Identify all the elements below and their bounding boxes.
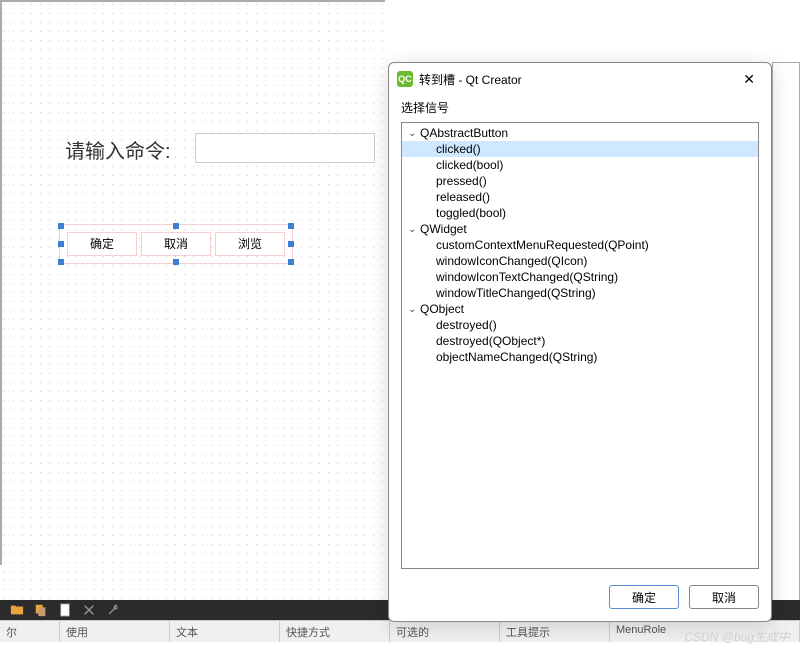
button-row-selection[interactable]: 确定 取消 浏览 (67, 232, 285, 256)
resize-handle[interactable] (58, 223, 64, 229)
status-cell[interactable]: 快捷方式 (280, 621, 390, 642)
resize-handle[interactable] (173, 259, 179, 265)
status-cell[interactable]: 工具提示 (500, 621, 610, 642)
signal-tree[interactable]: ⌄QAbstractButtonclicked()clicked(bool)pr… (401, 122, 759, 569)
status-cell[interactable]: 使用 (60, 621, 170, 642)
resize-handle[interactable] (288, 259, 294, 265)
tree-group[interactable]: ⌄QWidget (402, 221, 758, 237)
resize-handle[interactable] (288, 241, 294, 247)
ok-button-widget[interactable]: 确定 (67, 232, 137, 256)
tree-item[interactable]: toggled(bool) (402, 205, 758, 221)
folder-icon[interactable] (10, 603, 24, 617)
property-header-row: 尔 使用 文本 快捷方式 可选的 工具提示 MenuRole (0, 620, 800, 642)
form-outline (0, 0, 385, 565)
status-cell[interactable]: 可选的 (390, 621, 500, 642)
prompt-label: 请输入命令: (65, 135, 171, 164)
wrench-icon[interactable] (106, 603, 120, 617)
resize-handle[interactable] (173, 223, 179, 229)
tree-item[interactable]: clicked(bool) (402, 157, 758, 173)
dialog-button-row: 确定 取消 (389, 577, 771, 621)
side-panel (772, 62, 800, 622)
tree-item[interactable]: released() (402, 189, 758, 205)
tree-item[interactable]: destroyed(QObject*) (402, 333, 758, 349)
tree-item[interactable]: pressed() (402, 173, 758, 189)
dialog-titlebar[interactable]: QC 转到槽 - Qt Creator ✕ (389, 63, 771, 95)
document-icon[interactable] (58, 603, 72, 617)
chevron-down-icon: ⌄ (408, 224, 420, 235)
watermark-text: CSDN @bug生成中 (684, 628, 790, 645)
select-signal-label: 选择信号 (389, 95, 771, 122)
resize-handle[interactable] (58, 259, 64, 265)
resize-handle[interactable] (288, 223, 294, 229)
cut-icon[interactable] (82, 603, 96, 617)
goto-slot-dialog: QC 转到槽 - Qt Creator ✕ 选择信号 ⌄QAbstractBut… (388, 62, 772, 622)
chevron-down-icon: ⌄ (408, 304, 420, 315)
status-cell[interactable]: 尔 (0, 621, 60, 642)
tree-item[interactable]: windowIconChanged(QIcon) (402, 253, 758, 269)
designer-canvas[interactable]: 请输入命令: 确定 取消 浏览 (0, 0, 385, 600)
tree-item[interactable]: destroyed() (402, 317, 758, 333)
copy-icon[interactable] (34, 603, 48, 617)
close-icon[interactable]: ✕ (735, 67, 763, 92)
tree-item[interactable]: windowTitleChanged(QString) (402, 285, 758, 301)
dialog-cancel-button[interactable]: 取消 (689, 585, 759, 609)
dialog-ok-button[interactable]: 确定 (609, 585, 679, 609)
tree-group[interactable]: ⌄QObject (402, 301, 758, 317)
chevron-down-icon: ⌄ (408, 128, 420, 139)
cancel-button-widget[interactable]: 取消 (141, 232, 211, 256)
qtcreator-icon: QC (397, 71, 413, 87)
tree-group-label: QAbstractButton (420, 126, 508, 140)
tree-item[interactable]: customContextMenuRequested(QPoint) (402, 237, 758, 253)
tree-group[interactable]: ⌄QAbstractButton (402, 125, 758, 141)
dialog-title-text: 转到槽 - Qt Creator (419, 71, 522, 88)
status-cell[interactable]: 文本 (170, 621, 280, 642)
tree-group-label: QWidget (420, 222, 467, 236)
browse-button-widget[interactable]: 浏览 (215, 232, 285, 256)
tree-item[interactable]: objectNameChanged(QString) (402, 349, 758, 365)
tree-item[interactable]: windowIconTextChanged(QString) (402, 269, 758, 285)
tree-group-label: QObject (420, 302, 464, 316)
resize-handle[interactable] (58, 241, 64, 247)
command-input[interactable] (195, 133, 375, 163)
tree-item[interactable]: clicked() (402, 141, 758, 157)
